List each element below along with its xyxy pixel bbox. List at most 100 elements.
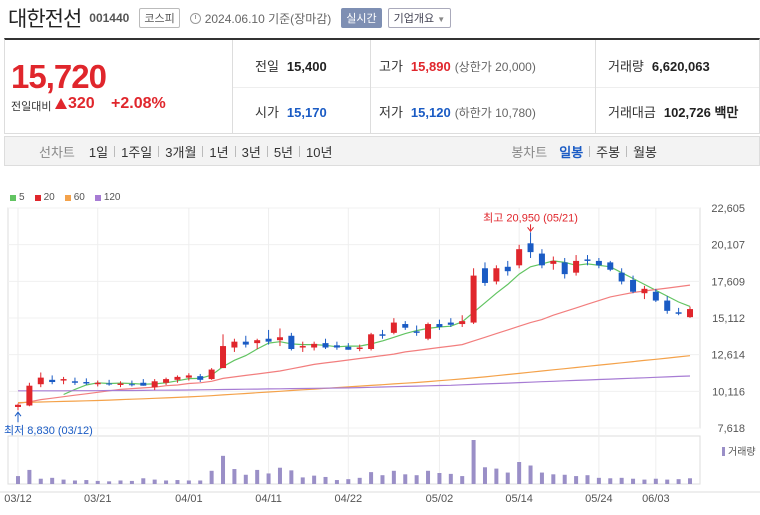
candle-body [140,382,147,386]
candle-body [276,337,283,341]
volume-bar [551,474,556,484]
candle-body [333,345,340,348]
volume-bar [141,478,146,484]
candle-body [208,369,215,380]
volume-bar [665,479,670,484]
volume-bar [95,480,100,484]
candle-body [664,300,671,311]
volume-bar [585,475,590,484]
candle-body [220,346,227,369]
candle-body [128,384,135,386]
candle-body [49,379,56,383]
x-tick-label: 04/22 [335,493,363,505]
candle-body [527,243,534,253]
candle-body [573,260,580,273]
volume-bar [277,467,282,484]
candle-body [516,249,523,266]
volume-bar [266,473,271,484]
volume-bar [574,476,579,484]
volume-bar [300,477,305,484]
candle-body [641,288,648,294]
y-tick-label: 12,614 [711,350,745,362]
price-chart[interactable]: 22,605 20,107 17,609 15,112 12,614 10,116 7,61… [0,0,760,515]
candle-body [265,338,272,342]
volume-bar [27,469,32,484]
volume-bar [334,480,339,484]
candle-body [652,291,659,301]
candle-body [117,383,124,385]
candle-body [447,322,454,325]
volume-bar [16,476,20,484]
candle-body [288,335,295,349]
volume-bar [460,476,465,484]
volume-bar [380,475,385,484]
volume-bar [312,475,317,484]
y-tick-label: 22,605 [711,203,745,215]
candle-body [345,346,352,350]
volume-bar [437,473,442,484]
volume-bar [198,480,203,484]
volume-bar [209,470,214,484]
volume-legend-label: 거래량 [728,446,756,458]
volume-bar [642,479,647,484]
volume-bar [631,478,636,484]
candle-body [311,343,318,348]
volume-bar [517,462,522,484]
volume-bar [84,480,89,484]
volume-bar [596,477,601,484]
volume-bar [107,481,112,484]
volume-bar [688,478,692,484]
volume-frame [7,435,701,485]
candle-body [71,381,78,383]
candle-body [470,275,477,323]
candle-body [402,324,409,328]
candle-body [94,382,101,385]
candle-body [15,404,21,407]
volume-bar [528,465,533,484]
min-price-label: 최저 8,830 (03/12) [4,424,93,437]
volume-bar [403,474,408,484]
candle-body [254,340,261,344]
candle-body [459,321,466,325]
candle-body [356,347,363,349]
volume-bar [608,478,613,484]
candle-body [37,377,44,385]
ma-line-ma20 [17,284,691,404]
candle-body [595,260,602,266]
x-tick-label: 06/03 [642,493,670,505]
volume-bar [129,480,134,484]
volume-bar [414,475,419,484]
volume-bar [494,468,499,484]
y-tick-label: 17,609 [711,276,745,288]
x-tick-label: 05/24 [585,493,613,505]
volume-bar [323,476,328,484]
volume-bar [562,474,567,484]
volume-bar [72,480,77,484]
candle-body [630,280,637,292]
volume-bar [369,472,374,484]
y-tick-label: 10,116 [712,386,745,398]
candle-body [607,262,614,270]
candle-body [538,253,545,266]
y-tick-label: 7,618 [717,423,745,435]
x-tick-label: 05/14 [505,493,533,505]
candle-body [106,383,113,385]
x-tick-label: 03/12 [4,493,32,505]
y-tick-label: 20,107 [711,240,745,252]
volume-bar [539,472,544,484]
candle-body [675,312,682,314]
x-tick-label: 03/21 [84,493,112,505]
volume-bar [50,477,55,484]
volume-bar [471,440,476,484]
volume-bar [232,469,237,484]
ma-line-ma60 [17,355,691,404]
candle-body [242,341,249,345]
candle-body [493,268,500,282]
volume-bar [482,467,487,484]
candle-body [436,324,443,327]
candle-body [299,346,306,348]
volume-bar [426,470,431,484]
volume-bar [448,473,453,484]
candle-body [26,385,33,406]
candle-body [504,266,511,272]
